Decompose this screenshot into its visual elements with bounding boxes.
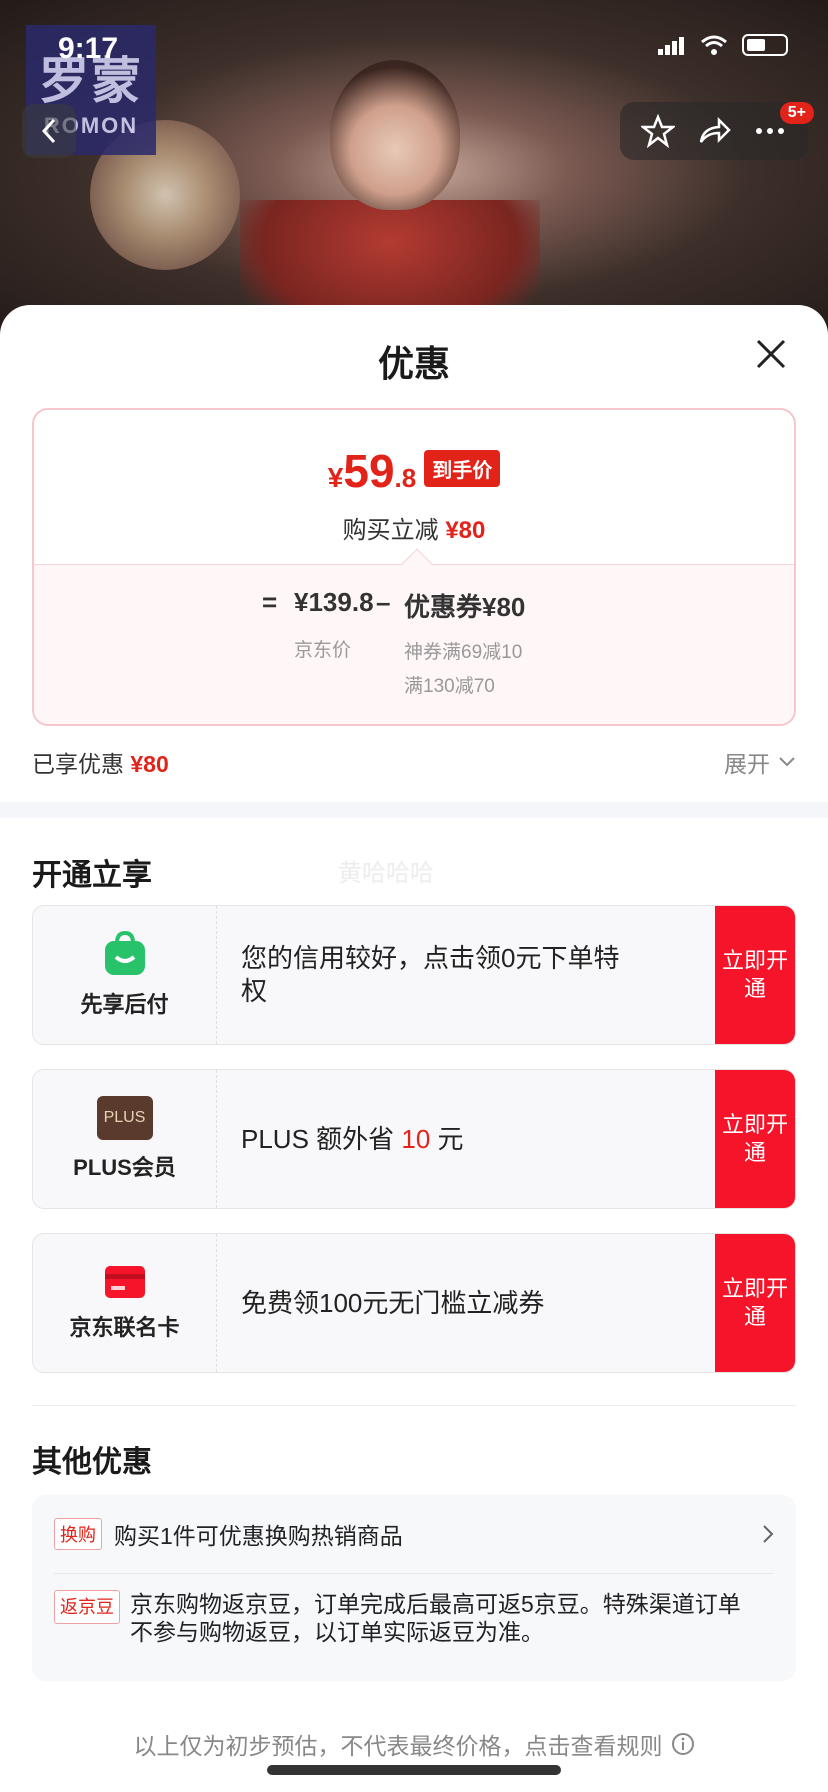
signal-icon: [658, 37, 684, 55]
other-section-title: 其他优惠: [32, 1446, 152, 1479]
instant-discount-amount: ¥80: [445, 517, 486, 544]
final-price-area: ¥ 59 .8 到手价 购买立减 ¥80: [34, 410, 794, 564]
trade-in-text: 购买1件可优惠换购热销商品: [114, 1523, 403, 1549]
offer-left-pay-later: 先享后付: [33, 906, 217, 1044]
section-divider: [0, 802, 828, 818]
final-price-tag: 到手价: [424, 450, 501, 487]
offer-desc-prefix: PLUS 额外省: [241, 1123, 402, 1154]
offer-label-plus: PLUS会员: [73, 1155, 176, 1180]
offer-desc-text: 您的信用较好，点击领0元下单特权: [241, 943, 620, 1006]
activate-button-cobrand[interactable]: 立即开通: [715, 1234, 795, 1372]
price-decimal: .8: [394, 463, 417, 493]
price-currency: ¥: [327, 462, 344, 493]
jd-beans-row: 返京豆 京东购物返京豆，订单完成后最高可返5京豆。特殊渠道订单不参与购物返豆，以…: [54, 1590, 756, 1646]
offer-card-pay-later: 先享后付 您的信用较好，点击领0元下单特权 立即开通: [32, 905, 796, 1045]
row-divider: [54, 1573, 774, 1574]
status-icons: [658, 34, 788, 56]
final-price: ¥ 59 .8 到手价: [34, 444, 794, 498]
offer-desc-amount: 10: [401, 1123, 431, 1154]
chevron-down-icon: [779, 757, 795, 767]
wifi-icon: [701, 35, 727, 55]
minus-sign: –: [376, 587, 391, 617]
star-icon[interactable]: [641, 114, 675, 148]
back-button[interactable]: [22, 104, 76, 158]
sheet-title: 优惠: [377, 343, 450, 384]
enjoyed-discount-amount: ¥80: [130, 751, 169, 777]
info-icon: [671, 1733, 694, 1755]
price-breakdown-card: ¥ 59 .8 到手价 购买立减 ¥80 = ¥139.8 – 优惠券¥80 京…: [32, 408, 796, 726]
jd-beans-tag: 返京豆: [54, 1590, 120, 1624]
offer-left-cobrand: 京东联名卡: [33, 1234, 217, 1372]
offer-desc-cobrand: 免费领100元无门槛立减券: [217, 1234, 715, 1372]
home-indicator: [267, 1765, 561, 1775]
enjoyed-discount: 已享优惠 ¥80: [32, 745, 169, 779]
expand-button[interactable]: 展开: [724, 745, 796, 779]
model-illustration: [330, 60, 460, 210]
offer-desc-plus: PLUS 额外省 10 元: [217, 1070, 715, 1208]
discount-sheet: 优惠 ¥ 59 .8 到手价 购买立减 ¥80 = ¥139.8 – 优惠券¥8…: [0, 305, 828, 1792]
jd-price-value: ¥139.8: [294, 587, 374, 617]
offer-label-pay-later: 先享后付: [80, 992, 169, 1017]
chevron-left-icon: [41, 118, 56, 144]
offer-card-cobrand: 京东联名卡 免费领100元无门槛立减券 立即开通: [32, 1233, 796, 1373]
jd-price-label: 京东价: [294, 640, 352, 661]
credit-card-icon: [104, 1266, 145, 1298]
offer-desc-text: 免费领100元无门槛立减券: [241, 1287, 545, 1318]
activate-button-plus[interactable]: 立即开通: [715, 1070, 795, 1208]
enjoyed-discount-label: 已享优惠: [32, 751, 124, 777]
coupon-value: 优惠券¥80: [404, 592, 526, 622]
message-badge: 5+: [779, 102, 814, 124]
offer-desc-pay-later: 您的信用较好，点击领0元下单特权: [217, 906, 715, 1044]
price-integer: 59: [343, 445, 395, 497]
instant-discount-label: 购买立减: [342, 517, 439, 544]
other-offers-box: 换购 购买1件可优惠换购热销商品 返京豆 京东购物返京豆，订单完成后最高可返5京…: [32, 1495, 796, 1681]
share-icon[interactable]: [697, 114, 731, 148]
open-section-title: 开通立享: [32, 859, 152, 892]
plus-icon: PLUS: [96, 1096, 153, 1140]
offer-label-cobrand: 京东联名卡: [69, 1315, 180, 1340]
section-divider-line: [32, 1405, 796, 1406]
battery-icon: [742, 34, 788, 56]
trade-in-row[interactable]: 换购 购买1件可优惠换购热销商品: [54, 1517, 774, 1551]
rules-note[interactable]: 以上仅为初步预估，不代表最终价格，点击查看规则: [0, 1727, 828, 1761]
offer-left-plus: PLUS PLUS会员: [33, 1070, 217, 1208]
close-icon[interactable]: [754, 337, 788, 371]
activate-button-pay-later[interactable]: 立即开通: [715, 906, 795, 1044]
coupon-detail-1: 神券满69减10: [404, 642, 523, 663]
offer-card-plus: PLUS PLUS会员 PLUS 额外省 10 元 立即开通: [32, 1069, 796, 1209]
chevron-right-icon: [763, 1525, 774, 1543]
watermark-text: 黄哈哈哈: [338, 860, 434, 887]
trade-in-tag: 换购: [54, 1518, 102, 1550]
offer-desc-suffix: 元: [430, 1123, 464, 1154]
rules-note-text: 以上仅为初步预估，不代表最终价格，点击查看规则: [133, 1733, 663, 1759]
status-time: 9:17: [58, 32, 119, 65]
price-formula-area: = ¥139.8 – 优惠券¥80 京东价 神券满69减10 满130减70: [34, 548, 794, 724]
coupon-detail-2: 满130减70: [404, 676, 495, 697]
equals-sign: =: [262, 587, 278, 617]
expand-label: 展开: [724, 751, 770, 777]
shopping-bag-icon: [104, 931, 145, 975]
instant-discount-text: 购买立减 ¥80: [34, 510, 794, 545]
jd-beans-text: 京东购物返京豆，订单完成后最高可返5京豆。特殊渠道订单不参与购物返豆，以订单实际…: [130, 1591, 741, 1645]
